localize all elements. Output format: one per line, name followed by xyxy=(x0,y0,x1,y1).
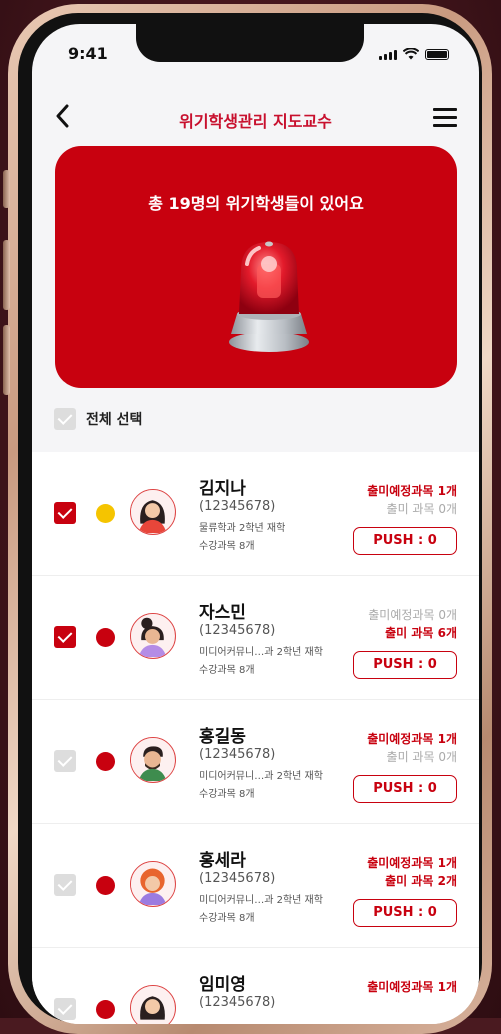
page-title: 위기학생관리 지도교수 xyxy=(32,108,479,132)
student-row[interactable]: 자스민 (12345678) 미디어커뮤니…과 2학년 재학 수강과목 8개 출… xyxy=(32,576,479,700)
app-screen: 9:41 위기학생관리 지도교수 총 19명의 위기학생들이 있어요 xyxy=(32,24,479,1024)
student-checkbox[interactable] xyxy=(54,874,76,896)
expected-absence-count: 출미예정과목 1개 xyxy=(367,482,457,499)
student-name: 김지나 xyxy=(199,474,246,499)
select-all-label: 전체 선택 xyxy=(86,409,142,429)
push-button[interactable]: PUSH : 0 xyxy=(353,775,457,803)
mute-switch xyxy=(3,170,10,208)
student-id: (12345678) xyxy=(199,995,275,1010)
menu-button[interactable] xyxy=(433,108,457,132)
expected-absence-count: 출미예정과목 0개 xyxy=(368,606,457,623)
student-row[interactable]: 홍길동 (12345678) 미디어커뮤니…과 2학년 재학 수강과목 8개 출… xyxy=(32,700,479,824)
student-name: 임미영 xyxy=(199,970,246,995)
student-department: 미디어커뮤니…과 2학년 재학 xyxy=(199,643,323,658)
absence-count: 출미 과목 6개 xyxy=(385,624,457,641)
student-name: 자스민 xyxy=(199,598,246,623)
student-checkbox[interactable] xyxy=(54,750,76,772)
student-id: (12345678) xyxy=(199,499,275,514)
absence-count: 출미 과목 0개 xyxy=(387,748,457,765)
student-row[interactable]: 김지나 (12345678) 물류학과 2학년 재학 수강과목 8개 출미예정과… xyxy=(32,452,479,576)
expected-absence-count: 출미예정과목 1개 xyxy=(367,730,457,747)
student-id: (12345678) xyxy=(199,871,275,886)
student-id: (12345678) xyxy=(199,747,275,762)
absence-count: 출미 과목 0개 xyxy=(387,500,457,517)
expected-absence-count: 출미예정과목 1개 xyxy=(367,978,457,995)
volume-down-button xyxy=(3,325,10,395)
avatar xyxy=(130,613,176,659)
risk-status-dot xyxy=(96,1000,115,1019)
avatar xyxy=(130,861,176,907)
risk-status-dot xyxy=(96,504,115,523)
push-button[interactable]: PUSH : 0 xyxy=(353,651,457,679)
risk-status-dot xyxy=(96,876,115,895)
push-button[interactable]: PUSH : 0 xyxy=(353,899,457,927)
student-courses: 수강과목 8개 xyxy=(199,537,255,552)
student-checkbox[interactable] xyxy=(54,626,76,648)
student-checkbox[interactable] xyxy=(54,998,76,1020)
avatar xyxy=(130,737,176,783)
push-button[interactable]: PUSH : 0 xyxy=(353,527,457,555)
banner-message: 총 19명의 위기학생들이 있어요 xyxy=(55,190,457,214)
cellular-signal-icon xyxy=(379,50,397,60)
avatar xyxy=(130,489,176,535)
student-department: 미디어커뮤니…과 2학년 재학 xyxy=(199,767,323,782)
wifi-icon xyxy=(403,48,419,60)
student-id: (12345678) xyxy=(199,623,275,638)
status-icons xyxy=(379,48,449,60)
expected-absence-count: 출미예정과목 1개 xyxy=(367,854,457,871)
volume-up-button xyxy=(3,240,10,310)
student-name: 홍길동 xyxy=(199,722,246,747)
student-name: 홍세라 xyxy=(199,846,246,871)
student-checkbox[interactable] xyxy=(54,502,76,524)
student-department: 물류학과 2학년 재학 xyxy=(199,519,285,534)
student-department: 미디어커뮤니…과 2학년 재학 xyxy=(199,891,323,906)
select-all[interactable]: 전체 선택 xyxy=(54,408,142,430)
student-row[interactable]: 홍세라 (12345678) 미디어커뮤니…과 2학년 재학 수강과목 8개 출… xyxy=(32,824,479,948)
notch xyxy=(136,24,364,62)
menu-icon xyxy=(433,108,457,111)
battery-icon xyxy=(425,49,449,60)
student-courses: 수강과목 8개 xyxy=(199,909,255,924)
avatar xyxy=(130,985,176,1024)
risk-status-dot xyxy=(96,752,115,771)
student-courses: 수강과목 8개 xyxy=(199,661,255,676)
siren-icon xyxy=(217,234,317,354)
risk-status-dot xyxy=(96,628,115,647)
student-list: 김지나 (12345678) 물류학과 2학년 재학 수강과목 8개 출미예정과… xyxy=(32,452,479,1024)
select-all-checkbox[interactable] xyxy=(54,408,76,430)
student-row[interactable]: 임미영 (12345678) 출미예정과목 1개 xyxy=(32,948,479,1024)
alert-banner: 총 19명의 위기학생들이 있어요 xyxy=(55,146,457,388)
student-courses: 수강과목 8개 xyxy=(199,785,255,800)
status-time: 9:41 xyxy=(68,44,108,63)
absence-count: 출미 과목 2개 xyxy=(385,872,457,889)
app-header: 위기학생관리 지도교수 xyxy=(32,100,479,140)
